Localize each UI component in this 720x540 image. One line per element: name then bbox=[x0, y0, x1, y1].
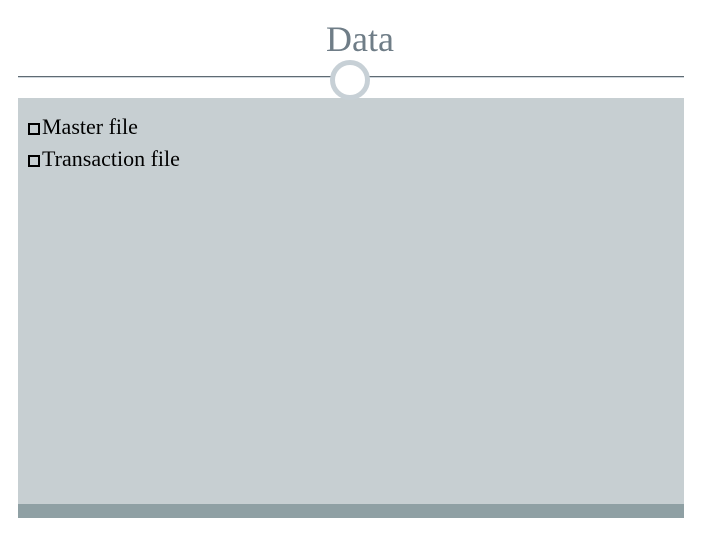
list-item: Master file bbox=[28, 112, 180, 142]
slide-title: Data bbox=[326, 18, 394, 60]
square-bullet-icon bbox=[28, 123, 40, 135]
footer-accent-bar bbox=[18, 504, 684, 518]
circle-icon bbox=[330, 60, 370, 100]
list-item: Transaction file bbox=[28, 144, 180, 174]
bullet-list: Master file Transaction file bbox=[28, 112, 180, 175]
square-bullet-icon bbox=[28, 155, 40, 167]
slide: Data Master file Transaction file bbox=[0, 0, 720, 540]
bullet-label: Master file bbox=[42, 114, 138, 139]
bullet-label: Transaction file bbox=[42, 146, 180, 171]
